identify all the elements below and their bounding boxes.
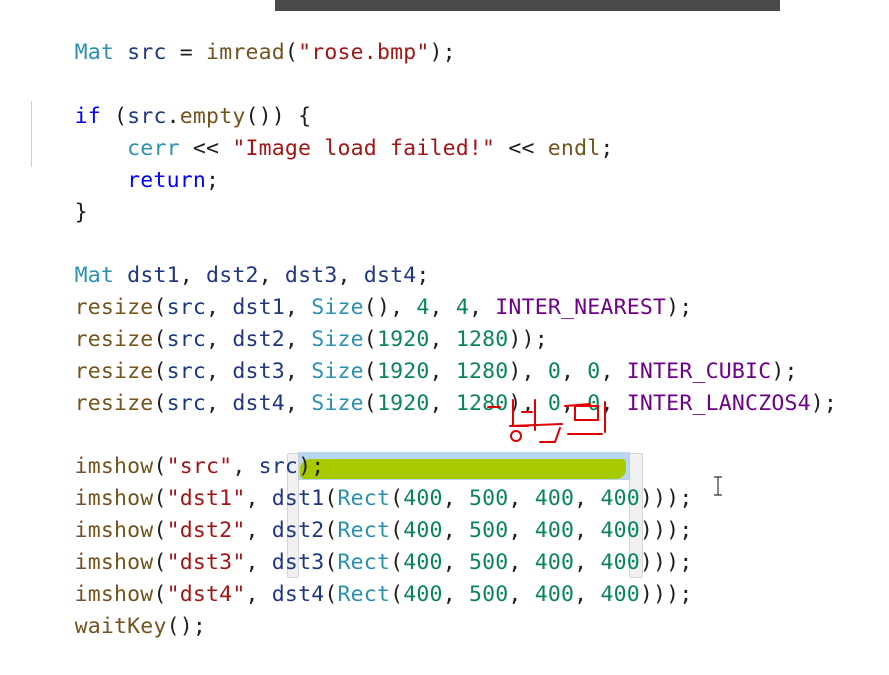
text-ibeam-cursor-icon (714, 476, 722, 496)
token: src (166, 391, 207, 416)
code-line-19[interactable]: waitKey(); (22, 579, 206, 639)
token: ); (429, 40, 456, 65)
token: 500 (468, 582, 509, 607)
code-line-14[interactable]: imshow("src", src); (22, 419, 325, 479)
code-line-5[interactable]: return; (22, 133, 219, 193)
token: waitKey (74, 614, 167, 639)
token: , (206, 391, 233, 416)
token: imread (206, 40, 285, 65)
token: , (574, 582, 601, 607)
token: dst4 (232, 391, 285, 416)
token: Size (311, 391, 364, 416)
code-line-9[interactable]: resize(src, dst1, Size(), 4, 4, INTER_NE… (22, 260, 693, 320)
token: 400 (403, 582, 443, 607)
token: , (508, 582, 535, 607)
token: src (127, 40, 167, 65)
code-line-1[interactable]: Mat src = imread("rose.bmp"); (22, 5, 456, 65)
token: "Image load failed!" (232, 136, 496, 161)
token: dst4 (271, 582, 325, 607)
token: 400 (534, 582, 575, 607)
token: INTER_LANCZOS4 (626, 391, 811, 416)
token: Rect (337, 582, 391, 607)
token: , (442, 582, 469, 607)
token: ; (206, 168, 220, 193)
token: ))); (639, 582, 693, 607)
token: ( (284, 40, 299, 65)
token: ( (390, 582, 404, 607)
token: Mat (74, 40, 115, 65)
code-line-12[interactable]: resize(src, dst4, Size(1920, 1280), 0, 0… (22, 356, 837, 416)
token: "rose.bmp" (298, 40, 430, 65)
token: , (429, 391, 456, 416)
token: } (74, 200, 88, 225)
code-line-16[interactable]: imshow("dst2", dst2(Rect(400, 500, 400, … (22, 483, 693, 543)
token: return (127, 168, 207, 193)
code-line-18[interactable]: imshow("dst4", dst4(Rect(400, 500, 400, … (22, 547, 693, 607)
token: , (284, 391, 312, 416)
token: (); (166, 614, 207, 639)
token: ); (666, 295, 693, 320)
token: ( (324, 582, 338, 607)
code-line-15[interactable]: imshow("dst1", dst1(Rect(400, 500, 400, … (22, 451, 693, 511)
code-line-10[interactable]: resize(src, dst2, Size(1920, 1280)); (22, 292, 548, 352)
code-line-17[interactable]: imshow("dst3", dst3(Rect(400, 500, 400, … (22, 515, 693, 575)
token: ( (363, 391, 377, 416)
token: resize (74, 391, 154, 416)
code-line-4[interactable]: cerr << "Image load failed!" << endl; (22, 101, 614, 161)
code-line-6[interactable]: } (22, 165, 88, 225)
token: , (245, 582, 272, 607)
token: = (166, 40, 207, 65)
token: ( (153, 391, 167, 416)
code-line-8[interactable]: Mat dst1, dst2, dst3, dst4; (22, 228, 430, 288)
code-editor[interactable]: Mat src = imread("rose.bmp"); if (src.em… (0, 0, 889, 639)
handwritten-korean-annotation-icon (487, 399, 606, 443)
token: 1920 (376, 391, 430, 416)
token: endl (547, 136, 601, 161)
token: ); (810, 391, 838, 416)
token: ; (600, 136, 614, 161)
code-line-11[interactable]: resize(src, dst3, Size(1920, 1280), 0, 0… (22, 324, 798, 384)
token: << (495, 136, 548, 161)
token: 400 (600, 582, 640, 607)
code-line-3[interactable]: if (src.empty()) { (22, 69, 311, 129)
